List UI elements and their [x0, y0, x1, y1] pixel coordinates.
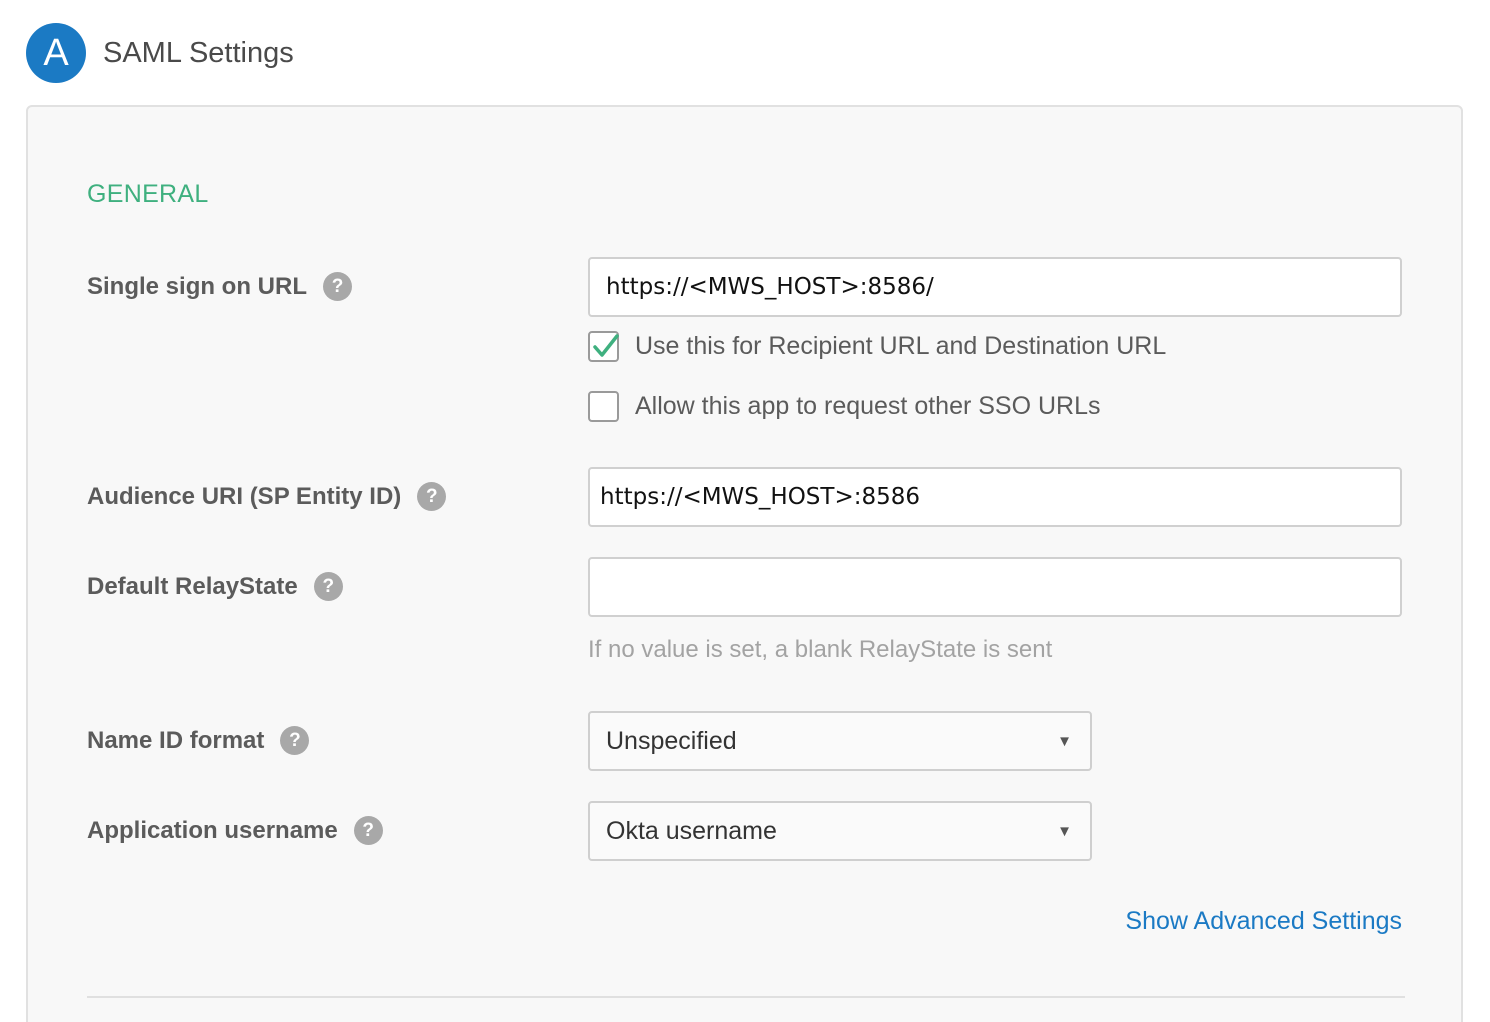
allow-other-sso-checkbox[interactable] [588, 391, 619, 422]
app-username-value: Okta username [606, 816, 777, 845]
relay-state-hint: If no value is set, a blank RelayState i… [588, 636, 1053, 663]
sso-url-label: Single sign on URL ? [87, 272, 352, 301]
use-recipient-row: Use this for Recipient URL and Destinati… [588, 331, 1166, 362]
app-username-select[interactable]: Okta username ▼ [588, 801, 1092, 861]
audience-uri-help-icon[interactable]: ? [417, 482, 447, 511]
sso-url-help-icon[interactable]: ? [323, 272, 352, 301]
saml-settings-page: A SAML Settings GENERAL Single sign on U… [0, 0, 1490, 1022]
page-header: A SAML Settings [26, 23, 294, 83]
name-id-format-help-icon[interactable]: ? [280, 726, 310, 755]
app-username-label: Application username ? [87, 816, 383, 845]
dropdown-arrow-icon: ▼ [1057, 732, 1072, 750]
show-advanced-settings-link[interactable]: Show Advanced Settings [1125, 907, 1402, 936]
relay-state-label-text: Default RelayState [87, 572, 298, 600]
relay-state-input[interactable] [588, 557, 1402, 617]
sso-url-input[interactable] [588, 257, 1402, 317]
audience-uri-input[interactable] [588, 467, 1402, 527]
section-divider [87, 996, 1405, 998]
app-username-label-text: Application username [87, 816, 338, 844]
dropdown-arrow-icon: ▼ [1057, 822, 1072, 840]
sso-url-label-text: Single sign on URL [87, 272, 307, 300]
section-title-general: GENERAL [87, 180, 209, 208]
relay-state-help-icon[interactable]: ? [313, 572, 343, 601]
relay-state-label: Default RelayState ? [87, 572, 343, 601]
app-username-help-icon[interactable]: ? [353, 816, 383, 845]
use-recipient-label: Use this for Recipient URL and Destinati… [635, 332, 1167, 360]
audience-uri-label: Audience URI (SP Entity ID) ? [87, 482, 447, 511]
allow-other-sso-label: Allow this app to request other SSO URLs [635, 392, 1101, 420]
name-id-format-select[interactable]: Unspecified ▼ [588, 711, 1092, 771]
step-badge: A [26, 23, 86, 83]
check-icon [593, 334, 619, 357]
name-id-format-label-text: Name ID format [87, 726, 265, 754]
name-id-format-value: Unspecified [606, 726, 737, 755]
page-title: SAML Settings [103, 36, 294, 69]
allow-other-sso-row: Allow this app to request other SSO URLs [588, 391, 1101, 422]
name-id-format-label: Name ID format ? [87, 726, 310, 755]
use-recipient-checkbox[interactable] [588, 331, 619, 362]
audience-uri-label-text: Audience URI (SP Entity ID) [87, 482, 402, 510]
